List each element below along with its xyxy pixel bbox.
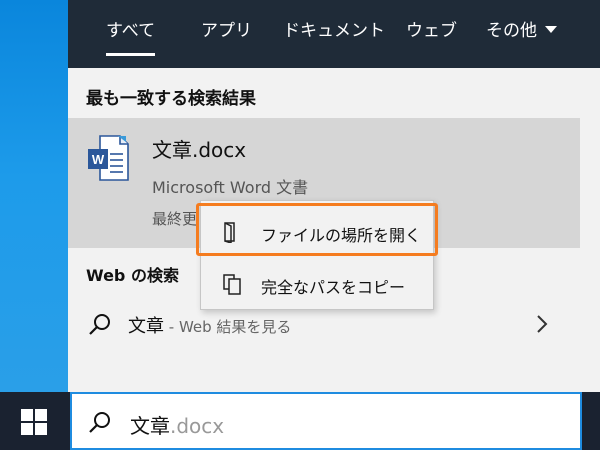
tab-apps-label: アプリ bbox=[201, 21, 252, 41]
search-input-value: 文章.docx bbox=[130, 410, 224, 439]
search-icon bbox=[89, 314, 110, 335]
chevron-down-icon bbox=[545, 25, 557, 33]
start-button[interactable] bbox=[0, 392, 68, 450]
web-query-text: 文章 bbox=[128, 316, 164, 337]
context-menu: ファイルの場所を開く 完全なパスをコピー bbox=[200, 200, 434, 310]
result-date: 最終更 bbox=[152, 210, 198, 228]
tab-more[interactable]: その他 bbox=[486, 0, 557, 68]
search-panel: すべて アプリ ドキュメント ウェブ その他 最も一致する検索結果 W 文章.d… bbox=[68, 0, 600, 392]
search-icon bbox=[89, 412, 110, 433]
taskbar-search-input[interactable]: 文章.docx bbox=[70, 392, 582, 450]
tab-apps[interactable]: アプリ bbox=[201, 0, 252, 68]
copy-full-path-item[interactable]: 完全なパスをコピー bbox=[201, 259, 435, 309]
search-completion-text: .docx bbox=[170, 414, 225, 438]
tab-web-label: ウェブ bbox=[406, 21, 457, 41]
tab-web[interactable]: ウェブ bbox=[406, 0, 457, 68]
folder-open-icon bbox=[224, 222, 235, 243]
search-tabs: すべて アプリ ドキュメント ウェブ その他 bbox=[68, 0, 600, 68]
word-document-icon: W bbox=[88, 135, 129, 181]
copy-full-path-label: 完全なパスをコピー bbox=[261, 278, 406, 297]
svg-text:W: W bbox=[92, 152, 105, 167]
tab-documents-label: ドキュメント bbox=[283, 21, 385, 41]
windows-logo-icon bbox=[21, 409, 47, 435]
tab-all-label: すべて bbox=[106, 21, 156, 41]
chevron-right-icon[interactable] bbox=[536, 314, 548, 334]
copy-icon bbox=[223, 274, 241, 295]
web-query-suffix: - Web 結果を見る bbox=[164, 318, 292, 336]
search-typed-text: 文章 bbox=[130, 414, 170, 438]
result-subtitle: Microsoft Word 文書 bbox=[152, 178, 309, 197]
web-query: 文章 - Web 結果を見る bbox=[128, 312, 291, 338]
tab-all[interactable]: すべて bbox=[106, 0, 156, 68]
tab-documents[interactable]: ドキュメント bbox=[283, 0, 385, 68]
desktop-background bbox=[0, 0, 68, 392]
best-match-heading: 最も一致する検索結果 bbox=[86, 89, 256, 109]
web-search-heading: Web の検索 bbox=[86, 266, 179, 285]
open-file-location-item[interactable]: ファイルの場所を開く bbox=[201, 207, 435, 257]
tab-more-label: その他 bbox=[486, 21, 537, 41]
taskbar: 文章.docx bbox=[0, 392, 600, 450]
result-title: 文章.docx bbox=[152, 138, 247, 162]
open-file-location-label: ファイルの場所を開く bbox=[261, 226, 422, 245]
